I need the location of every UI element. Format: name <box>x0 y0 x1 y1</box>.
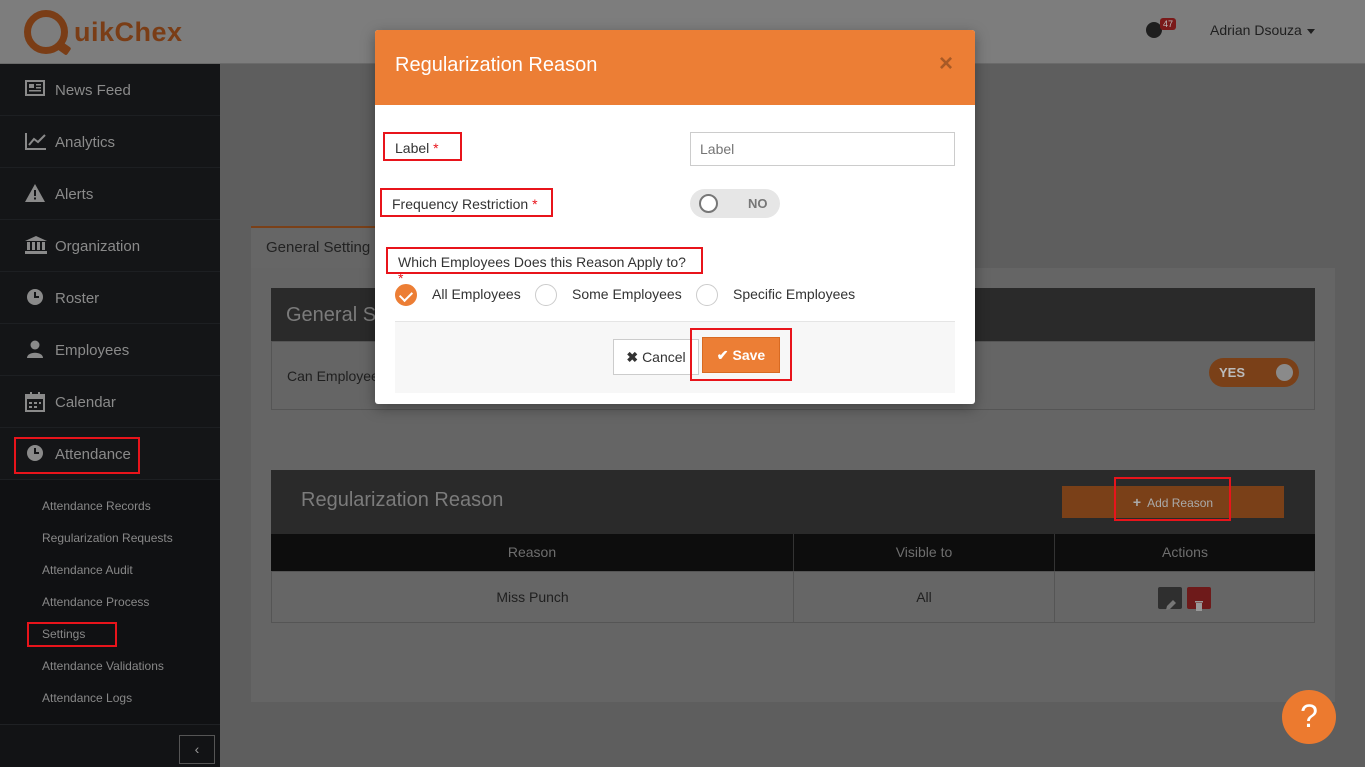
warning-icon <box>25 184 45 202</box>
radio-label-some-employees: Some Employees <box>572 286 682 302</box>
quikchex-logo[interactable]: uikChex <box>24 6 183 58</box>
column-header-reason: Reason <box>271 534 794 571</box>
subnav-attendance-audit[interactable]: Attendance Audit <box>42 563 133 577</box>
bank-icon <box>25 236 47 254</box>
table-row: Miss Punch All <box>271 571 1315 623</box>
cell-actions <box>1055 572 1314 622</box>
sidebar-item-label: News Feed <box>55 82 131 99</box>
sidebar-item-label: Calendar <box>55 394 116 411</box>
highlight-add-reason <box>1114 477 1231 521</box>
toggle-knob <box>1276 364 1293 381</box>
field-label-text: Label <box>395 140 430 156</box>
logo-text: uikChex <box>74 16 183 47</box>
user-icon <box>25 340 45 358</box>
sidebar-item-label: Employees <box>55 342 130 359</box>
save-label: Save <box>732 347 766 363</box>
user-name: Adrian Dsouza <box>1210 22 1302 38</box>
sidebar-collapse-button[interactable]: ‹ <box>179 735 215 764</box>
modal-header: Regularization Reason × <box>375 30 975 105</box>
save-button[interactable]: ✔ Save <box>702 337 780 373</box>
sidebar-item-alerts[interactable]: Alerts <box>0 168 220 220</box>
label-field-label: Label * <box>383 132 462 161</box>
radio-label-specific-employees: Specific Employees <box>733 286 856 302</box>
section-title: Regularization Reason <box>301 489 504 511</box>
notification-badge: 47 <box>1160 18 1177 30</box>
highlight-save: ✔ Save <box>690 328 792 381</box>
newspaper-icon <box>25 80 45 98</box>
radio-specific-employees[interactable] <box>696 284 718 306</box>
sidebar-item-calendar[interactable]: Calendar <box>0 376 220 428</box>
tab-general-settings[interactable]: General Setting <box>251 226 381 268</box>
column-header-actions: Actions <box>1162 544 1208 560</box>
sidebar-item-analytics[interactable]: Analytics <box>0 116 220 168</box>
table-header: Reason Visible to Actions <box>271 534 1315 571</box>
close-icon[interactable]: × <box>939 50 953 78</box>
sidebar-item-label: Organization <box>55 238 141 255</box>
toggle-state-label: NO <box>748 196 768 211</box>
sidebar-item-organization[interactable]: Organization <box>0 220 220 272</box>
check-icon: ✔ <box>716 347 729 363</box>
cell-visible-to: All <box>794 572 1055 622</box>
subnav-regularization-requests[interactable]: Regularization Requests <box>42 531 173 545</box>
subnav-attendance-validations[interactable]: Attendance Validations <box>42 659 164 673</box>
sidebar-item-news-feed[interactable]: News Feed <box>0 64 220 116</box>
general-setting-text: Can Employee <box>287 368 379 384</box>
subnav-attendance-logs[interactable]: Attendance Logs <box>42 691 132 705</box>
radio-some-employees[interactable] <box>535 284 557 306</box>
field-label-text: Which Employees Does this Reason Apply t… <box>398 254 686 270</box>
column-header-visible-to: Visible to <box>794 534 1055 571</box>
sidebar-item-label: Roster <box>55 290 100 307</box>
cell-reason: Miss Punch <box>272 572 794 622</box>
sidebar-item-roster[interactable]: Roster <box>0 272 220 324</box>
edit-pencil-icon[interactable] <box>1158 587 1182 610</box>
user-menu[interactable]: Adrian Dsouza <box>1210 22 1315 38</box>
regularization-reason-modal: Regularization Reason × Label * Frequenc… <box>375 30 975 404</box>
help-button[interactable]: ? <box>1282 690 1336 744</box>
sidebar-item-employees[interactable]: Employees <box>0 324 220 376</box>
label-input[interactable] <box>690 132 955 166</box>
frequency-restriction-label: Frequency Restriction * <box>380 188 553 217</box>
clock-icon <box>25 288 45 306</box>
modal-footer: ✖ Cancel ✔ Save <box>395 321 955 393</box>
sidebar-item-label: Alerts <box>55 186 94 203</box>
sidebar: News Feed Analytics Alerts Organization … <box>0 64 220 767</box>
line-chart-icon <box>25 132 46 150</box>
calendar-icon <box>25 392 45 412</box>
cancel-label: Cancel <box>642 349 686 365</box>
delete-trash-icon[interactable] <box>1187 587 1211 611</box>
sidebar-item-label: Analytics <box>55 134 116 151</box>
toggle-knob <box>699 194 718 213</box>
regularization-reason-header: Regularization Reason + Add Reason <box>271 470 1315 534</box>
which-employees-label: Which Employees Does this Reason Apply t… <box>386 247 703 286</box>
field-label-text: Frequency Restriction <box>392 196 529 212</box>
attendance-submenu: Attendance Records Regularization Reques… <box>0 480 220 724</box>
subnav-attendance-process[interactable]: Attendance Process <box>42 595 149 609</box>
radio-label-all-employees: All Employees <box>432 286 521 302</box>
highlight-settings <box>27 622 117 647</box>
general-setting-toggle[interactable]: YES <box>1209 358 1299 387</box>
logo-q-icon <box>24 10 68 54</box>
caret-down-icon <box>1306 28 1315 34</box>
required-mark: * <box>433 140 439 156</box>
subnav-attendance-records[interactable]: Attendance Records <box>42 499 151 513</box>
required-mark: * <box>532 196 538 212</box>
highlight-attendance <box>14 437 140 474</box>
toggle-state-label: YES <box>1219 365 1246 380</box>
close-x-icon: ✖ <box>626 349 639 365</box>
radio-all-employees[interactable] <box>395 284 417 306</box>
frequency-restriction-toggle[interactable]: NO <box>690 189 780 218</box>
cancel-button[interactable]: ✖ Cancel <box>613 339 699 375</box>
modal-title: Regularization Reason <box>395 54 598 76</box>
